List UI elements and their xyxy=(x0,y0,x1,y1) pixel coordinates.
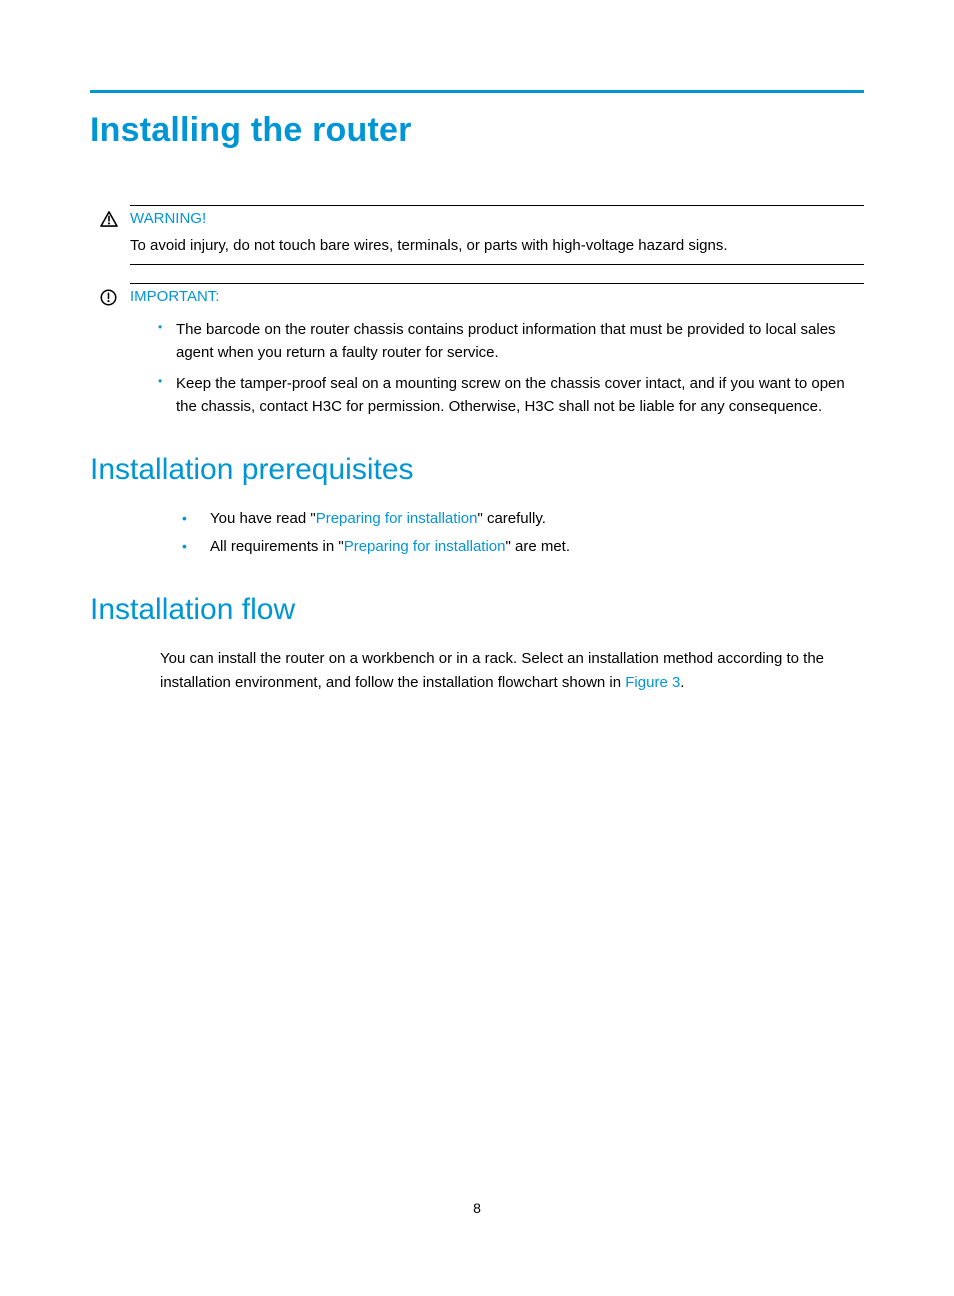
warning-label: WARNING! xyxy=(130,210,206,227)
page-title: Installing the router xyxy=(90,111,864,150)
warning-icon xyxy=(100,211,118,227)
important-icon xyxy=(100,289,118,306)
link-preparing-installation[interactable]: Preparing for installation xyxy=(344,538,506,555)
warning-callout: WARNING! To avoid injury, do not touch b… xyxy=(130,205,864,265)
flow-text-post: . xyxy=(680,674,684,691)
page-number: 8 xyxy=(0,1200,954,1216)
warning-text: To avoid injury, do not touch bare wires… xyxy=(130,231,864,264)
section-heading-flow: Installation flow xyxy=(90,593,864,627)
list-item: All requirements in "Preparing for insta… xyxy=(168,535,864,559)
top-rule xyxy=(90,90,864,93)
text-pre: You have read " xyxy=(210,510,316,527)
text-post: " are met. xyxy=(505,538,570,555)
text-pre: All requirements in " xyxy=(210,538,344,555)
link-preparing-installation[interactable]: Preparing for installation xyxy=(316,510,478,527)
prereq-list: You have read "Preparing for installatio… xyxy=(168,507,864,559)
important-label: IMPORTANT: xyxy=(130,288,219,305)
section-heading-prerequisites: Installation prerequisites xyxy=(90,453,864,487)
list-item: The barcode on the router chassis contai… xyxy=(152,318,864,365)
list-item: Keep the tamper-proof seal on a mounting… xyxy=(152,372,864,419)
important-bullet-text: Keep the tamper-proof seal on a mounting… xyxy=(176,375,845,415)
text-post: " carefully. xyxy=(477,510,545,527)
flow-text-pre: You can install the router on a workbenc… xyxy=(160,650,824,691)
list-item: You have read "Preparing for installatio… xyxy=(168,507,864,531)
important-callout: IMPORTANT: The barcode on the router cha… xyxy=(130,283,864,419)
flow-paragraph: You can install the router on a workbenc… xyxy=(160,647,864,695)
important-bullet-list: The barcode on the router chassis contai… xyxy=(152,318,864,419)
important-bullet-text: The barcode on the router chassis contai… xyxy=(176,321,836,361)
link-figure-3[interactable]: Figure 3 xyxy=(625,674,680,691)
document-page: Installing the router WARNING! To avoid … xyxy=(0,0,954,695)
